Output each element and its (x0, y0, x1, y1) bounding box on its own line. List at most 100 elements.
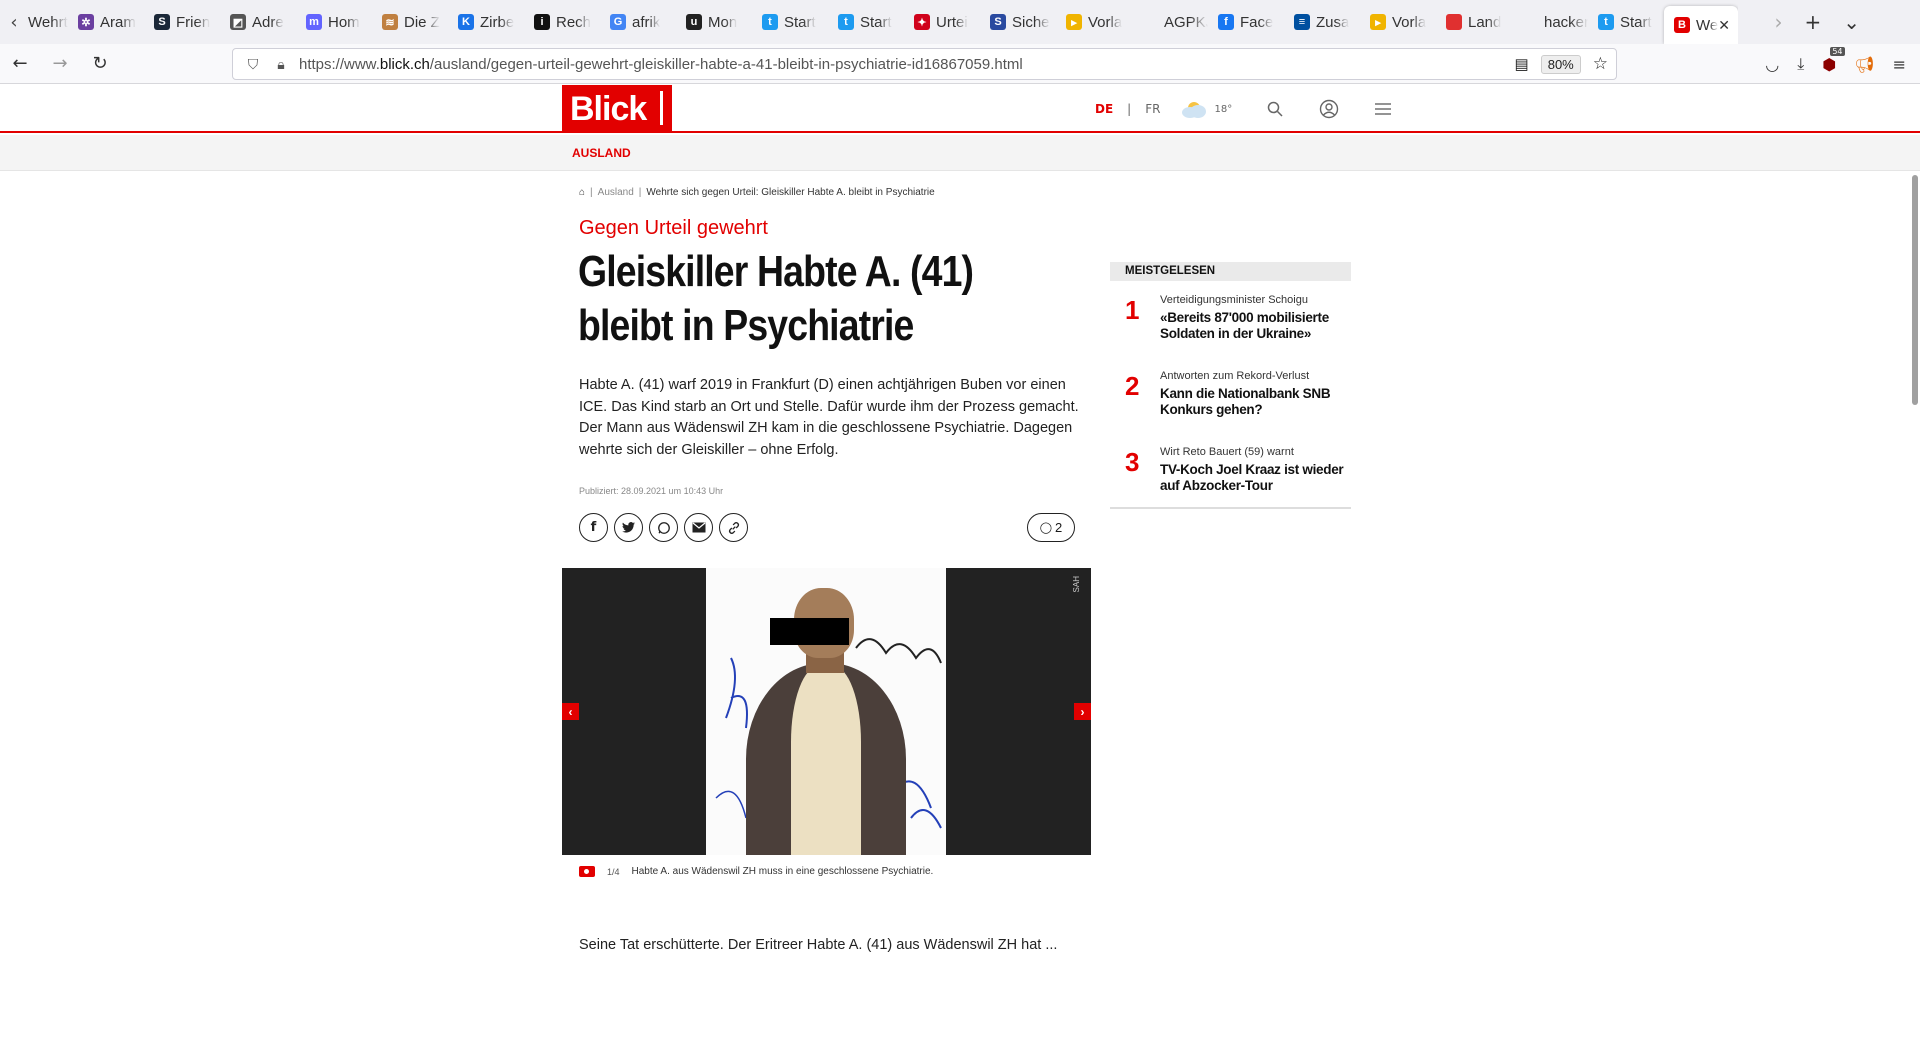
hamburger-menu-icon[interactable] (1372, 98, 1394, 120)
facebook-share-icon[interactable]: f (579, 513, 608, 542)
tab-10[interactable]: u Mon (676, 0, 752, 44)
twitter-share-icon[interactable] (614, 513, 643, 542)
breadcrumb-section[interactable]: Ausland (598, 187, 634, 198)
tab-label: AGPKJP (1164, 13, 1208, 31)
search-icon[interactable] (1264, 98, 1286, 120)
zoom-level[interactable]: 80% (1540, 54, 1581, 74)
tab-favicon-icon: ✦ (914, 14, 930, 30)
tab-20[interactable]: Land (1436, 0, 1512, 44)
comment-count: 2 (1055, 520, 1063, 535)
home-icon[interactable]: ⌂ (579, 187, 585, 198)
pocket-icon[interactable]: ◡ (1765, 55, 1779, 74)
blick-logo[interactable]: Blick (562, 85, 672, 133)
most-read-kicker: Verteidigungsminister Schoigu (1160, 294, 1308, 306)
tab-5[interactable]: m Hom (296, 0, 372, 44)
camera-icon (579, 866, 595, 877)
lang-de-link[interactable]: DE (1095, 102, 1113, 116)
tab-favicon-icon: t (838, 14, 854, 30)
comments-button[interactable]: ◯ 2 (1027, 513, 1075, 542)
censor-bar (770, 618, 849, 645)
tab-17[interactable]: f Face (1208, 0, 1284, 44)
tab-19[interactable]: ▸ Vorla (1360, 0, 1436, 44)
tab-label: Hom (328, 13, 360, 31)
tab-7[interactable]: K Zirbe (448, 0, 524, 44)
tab-16[interactable]: AGPKJP (1132, 0, 1208, 44)
whatsapp-share-icon[interactable] (649, 513, 678, 542)
shield-icon[interactable]: ⛉ (243, 56, 263, 73)
tab-favicon-icon (1522, 14, 1538, 30)
article-photo[interactable] (706, 568, 946, 855)
user-account-icon[interactable] (1318, 98, 1340, 120)
gallery-next-button[interactable]: › (1074, 703, 1091, 720)
toolbar-actions: ◡ ⤓ ⬢ 54 📢︎ ≡ (1765, 44, 1920, 84)
tab-favicon-icon: t (762, 14, 778, 30)
tab-14[interactable]: S Siche (980, 0, 1056, 44)
tab-favicon-icon: G (610, 14, 626, 30)
tab-favicon-icon (1142, 14, 1158, 30)
tab-favicon-icon: ◩ (230, 14, 246, 30)
navigation-toolbar: ← → ↻ ⛉ 🔒︎ https://www.blick.ch/ausland/… (0, 44, 1920, 84)
tab-12[interactable]: t Start (828, 0, 904, 44)
downloads-icon[interactable]: ⤓ (1797, 54, 1804, 74)
most-read-title[interactable]: TV-Koch Joel Kraaz ist wieder auf Abzock… (1160, 462, 1355, 494)
header-tools: DE | FR 18° (1095, 85, 1394, 133)
tab-1[interactable]: Wehrte (28, 0, 68, 44)
most-read-title[interactable]: Kann die Nationalbank SNB Konkurs gehen? (1160, 386, 1355, 418)
bookmark-star-icon[interactable]: ☆ (1593, 54, 1608, 74)
tab-label: Wehrte (28, 13, 68, 31)
page-scrollbar[interactable] (1912, 175, 1918, 405)
tab-6[interactable]: ≋ Die Z (372, 0, 448, 44)
megaphone-icon[interactable]: 📢︎ (1854, 55, 1874, 74)
tab-favicon-icon: f (1218, 14, 1234, 30)
tab-favicon-icon: t (1598, 14, 1614, 30)
tab-label: Face (1240, 13, 1274, 31)
extension-badge: 54 (1830, 46, 1845, 56)
tab-21[interactable]: hackers (1512, 0, 1588, 44)
most-read-item[interactable]: 1 Verteidigungsminister Schoigu «Bereits 8… (1110, 281, 1351, 357)
app-menu-icon[interactable]: ≡ (1893, 55, 1906, 74)
ublock-icon[interactable]: ⬢ 54 (1822, 46, 1845, 74)
image-gallery[interactable]: ‹ › SAH (562, 568, 1091, 855)
tab-active-blick[interactable]: B We ✕ (1664, 6, 1738, 44)
url-bar-actions: ▤ 80% ☆ (1515, 49, 1608, 79)
tab-label: Aram (100, 13, 136, 31)
back-icon[interactable]: ← (0, 44, 40, 84)
most-read-kicker: Antworten zum Rekord-Verlust (1160, 370, 1310, 382)
url-text[interactable]: https://www.blick.ch/ausland/gegen-urtei… (299, 56, 1023, 73)
list-all-tabs-icon[interactable]: ⌄ (1843, 10, 1860, 34)
reload-icon[interactable]: ↻ (80, 44, 120, 84)
tab-13[interactable]: ✦ Urtei (904, 0, 980, 44)
tab-scroll-right-icon[interactable]: › (1774, 10, 1782, 34)
tab-15[interactable]: ▸ Vorla (1056, 0, 1132, 44)
tab-4[interactable]: ◩ Adre (220, 0, 296, 44)
most-read-item[interactable]: 3 Wirt Reto Bauert (59) warnt TV-Koch Joel… (1110, 433, 1351, 509)
gallery-prev-button[interactable]: ‹ (562, 703, 579, 720)
most-read-item[interactable]: 2 Antworten zum Rekord-Verlust Kann die Na… (1110, 357, 1351, 433)
lock-icon[interactable]: 🔒︎ (271, 56, 291, 73)
tab-3[interactable]: S Frien (144, 0, 220, 44)
publish-date: Publiziert: 28.09.2021 um 10:43 Uhr (579, 486, 724, 496)
lang-fr-link[interactable]: FR (1145, 102, 1160, 116)
tab-close-icon[interactable]: ✕ (1718, 17, 1730, 34)
tab-18[interactable]: ≡ Zusa (1284, 0, 1360, 44)
weather-widget[interactable]: 18° (1182, 98, 1232, 120)
url-bar[interactable]: ⛉ 🔒︎ https://www.blick.ch/ausland/gegen-… (232, 48, 1617, 80)
copy-link-icon[interactable] (719, 513, 748, 542)
comment-bubble-icon: ◯ (1039, 522, 1053, 534)
web-page: Blick DE | FR 18° AUSLAND ⌂ | Ausland | … (0, 85, 1920, 1048)
tab-scroll-left-icon[interactable]: ‹ (0, 0, 28, 44)
tab-label: Vorla (1088, 13, 1123, 31)
section-link-ausland[interactable]: AUSLAND (572, 146, 631, 160)
tab-label: Zirbe (480, 13, 515, 31)
most-read-title[interactable]: «Bereits 87'000 mobilisierte Soldaten in… (1160, 310, 1355, 342)
tab-9[interactable]: Gafrik (600, 0, 676, 44)
tab-8[interactable]: i Rech (524, 0, 600, 44)
tab-label: Start (860, 13, 892, 31)
forward-icon[interactable]: → (40, 44, 80, 84)
email-share-icon[interactable] (684, 513, 713, 542)
tab-22[interactable]: t Start (1588, 0, 1664, 44)
new-tab-icon[interactable]: + (1804, 10, 1821, 34)
reader-view-icon[interactable]: ▤ (1515, 55, 1529, 73)
tab-2[interactable]: ✲ Aram (68, 0, 144, 44)
tab-11[interactable]: t Start (752, 0, 828, 44)
